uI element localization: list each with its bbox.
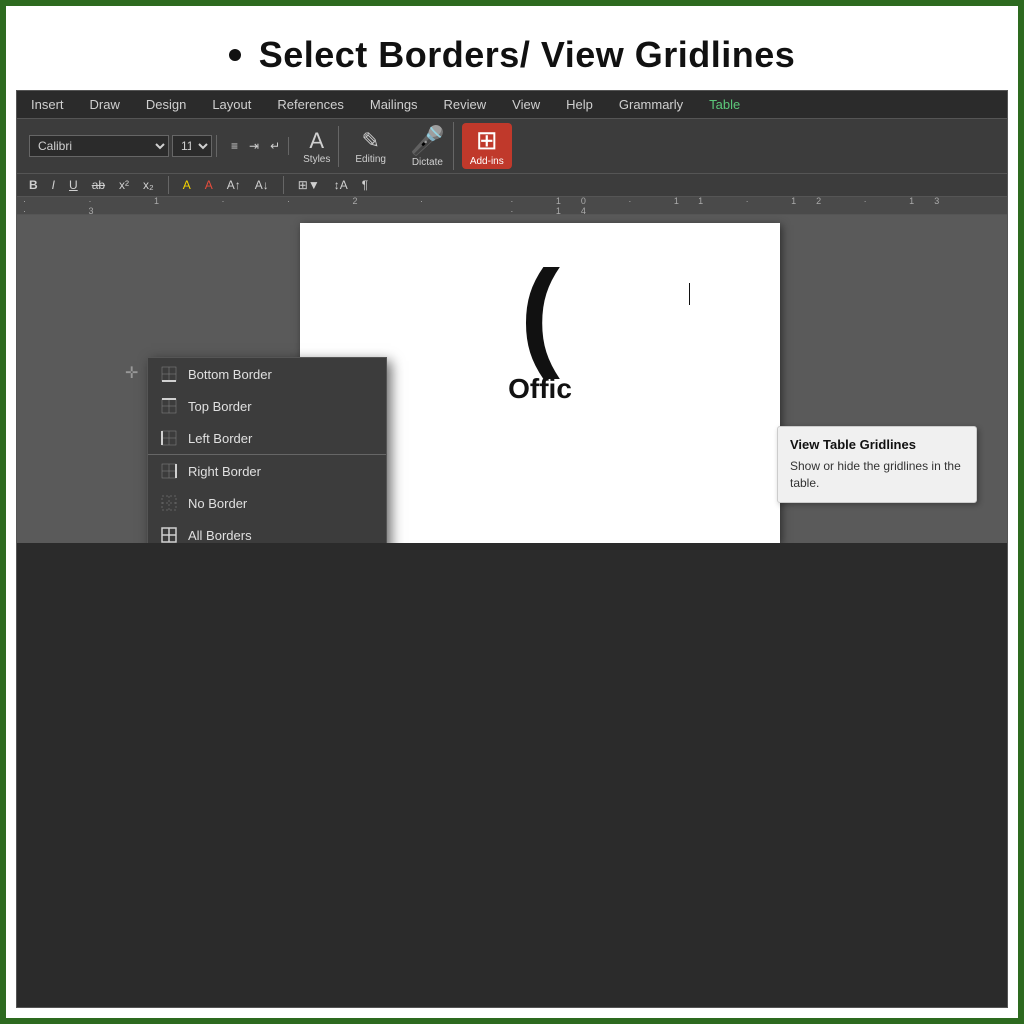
subscript-btn[interactable]: x₂: [139, 176, 158, 194]
menu-bar: Insert Draw Design Layout References Mai…: [17, 91, 1007, 118]
tooltip-description: Show or hide the gridlines in the table.: [790, 458, 964, 492]
list-btn[interactable]: ≡: [227, 137, 242, 155]
toolbar-area: A Styles ✎ Editing 🎤 Dictate ⊞ Add-ins: [295, 122, 999, 170]
big-letter: (: [520, 253, 560, 373]
page-container: Select Borders/ View Gridlines Insert Dr…: [6, 6, 1018, 1018]
bold-btn[interactable]: B: [25, 176, 42, 194]
menu-help[interactable]: Help: [562, 95, 597, 114]
menu-review[interactable]: Review: [440, 95, 491, 114]
document-area: ( Offic ✛: [17, 215, 1007, 543]
microphone-icon: 🎤: [410, 124, 445, 157]
font-group: Calibri 11: [25, 135, 217, 157]
font-size-decrease-btn[interactable]: A↓: [251, 176, 273, 194]
all-borders-icon: [160, 526, 178, 543]
italic-btn[interactable]: I: [48, 176, 59, 194]
toolbar-row-1: Calibri 11 ≡ ⇥ ↵ A Styles ✎ Editing: [17, 118, 1007, 174]
highlight-btn[interactable]: A: [179, 176, 195, 194]
right-border-label: Right Border: [188, 464, 261, 479]
bottom-border-icon: [160, 365, 178, 383]
editing-button[interactable]: ✎ Editing: [347, 126, 394, 167]
left-border-icon: [160, 429, 178, 447]
editing-label: Editing: [355, 154, 386, 165]
right-border-icon: [160, 462, 178, 480]
all-borders-label: All Borders: [188, 528, 252, 543]
menu-top-border[interactable]: Top Border: [148, 390, 386, 422]
editing-icon: ✎: [361, 128, 379, 154]
styles-icon: A: [309, 128, 324, 154]
toolbar-row-2: B I U ab x² x₂ A A A↑ A↓ ⊞▼ ↕A ¶: [17, 174, 1007, 197]
top-border-label: Top Border: [188, 399, 252, 414]
menu-draw[interactable]: Draw: [86, 95, 124, 114]
bullet-dot: [229, 49, 241, 61]
font-size-selector[interactable]: 11: [172, 135, 212, 157]
font-selector[interactable]: Calibri: [29, 135, 169, 157]
underline-btn[interactable]: U: [65, 176, 82, 194]
add-ins-icon: ⊞: [476, 125, 498, 156]
menu-design[interactable]: Design: [142, 95, 190, 114]
text-cursor: [689, 283, 690, 305]
menu-references[interactable]: References: [273, 95, 347, 114]
move-cursor-icon: ✛: [125, 363, 138, 383]
menu-mailings[interactable]: Mailings: [366, 95, 422, 114]
dictate-button[interactable]: 🎤 Dictate: [402, 122, 454, 170]
pilcrow-btn[interactable]: ¶: [358, 176, 372, 194]
font-color-btn[interactable]: A: [201, 176, 217, 194]
tooltip-title: View Table Gridlines: [790, 437, 964, 452]
bottom-border-label: Bottom Border: [188, 367, 272, 382]
menu-table[interactable]: Table: [705, 95, 744, 114]
screenshot-frame: Insert Draw Design Layout References Mai…: [16, 90, 1008, 1008]
paragraph-group: ≡ ⇥ ↵: [223, 137, 289, 155]
menu-bottom-border[interactable]: Bottom Border: [148, 358, 386, 390]
indent-btn[interactable]: ⇥: [245, 137, 263, 155]
borders-dropdown-menu: Bottom Border Top Border: [147, 357, 387, 543]
menu-grammarly[interactable]: Grammarly: [615, 95, 687, 114]
styles-label: Styles: [303, 154, 330, 165]
left-border-label: Left Border: [188, 431, 252, 446]
tooltip-box: View Table Gridlines Show or hide the gr…: [777, 426, 977, 503]
menu-layout[interactable]: Layout: [208, 95, 255, 114]
menu-no-border[interactable]: No Border: [148, 487, 386, 519]
menu-insert[interactable]: Insert: [27, 95, 68, 114]
superscript-btn[interactable]: x²: [115, 176, 133, 194]
add-ins-label: Add-ins: [470, 156, 504, 167]
sort-btn[interactable]: ↕A: [330, 176, 352, 194]
borders-btn[interactable]: ⊞▼: [294, 176, 324, 194]
ruler: · · 1 · · 2 · · 3 · 10 · 11 · 12 · 13 · …: [17, 197, 1007, 215]
menu-all-borders[interactable]: All Borders: [148, 519, 386, 543]
outdent-btn[interactable]: ↵: [266, 137, 284, 155]
office-label: Offic: [508, 373, 572, 405]
menu-left-border[interactable]: Left Border: [148, 422, 386, 454]
font-size-increase-btn[interactable]: A↑: [223, 176, 245, 194]
menu-right-border[interactable]: Right Border: [148, 454, 386, 487]
top-border-icon: [160, 397, 178, 415]
no-border-icon: [160, 494, 178, 512]
page-title: Select Borders/ View Gridlines: [259, 34, 796, 76]
no-border-label: No Border: [188, 496, 247, 511]
dictate-label: Dictate: [412, 157, 443, 168]
menu-view[interactable]: View: [508, 95, 544, 114]
title-section: Select Borders/ View Gridlines: [16, 16, 1008, 90]
add-ins-button[interactable]: ⊞ Add-ins: [462, 123, 512, 169]
styles-button[interactable]: A Styles: [295, 126, 339, 167]
strikethrough-btn[interactable]: ab: [88, 176, 109, 194]
